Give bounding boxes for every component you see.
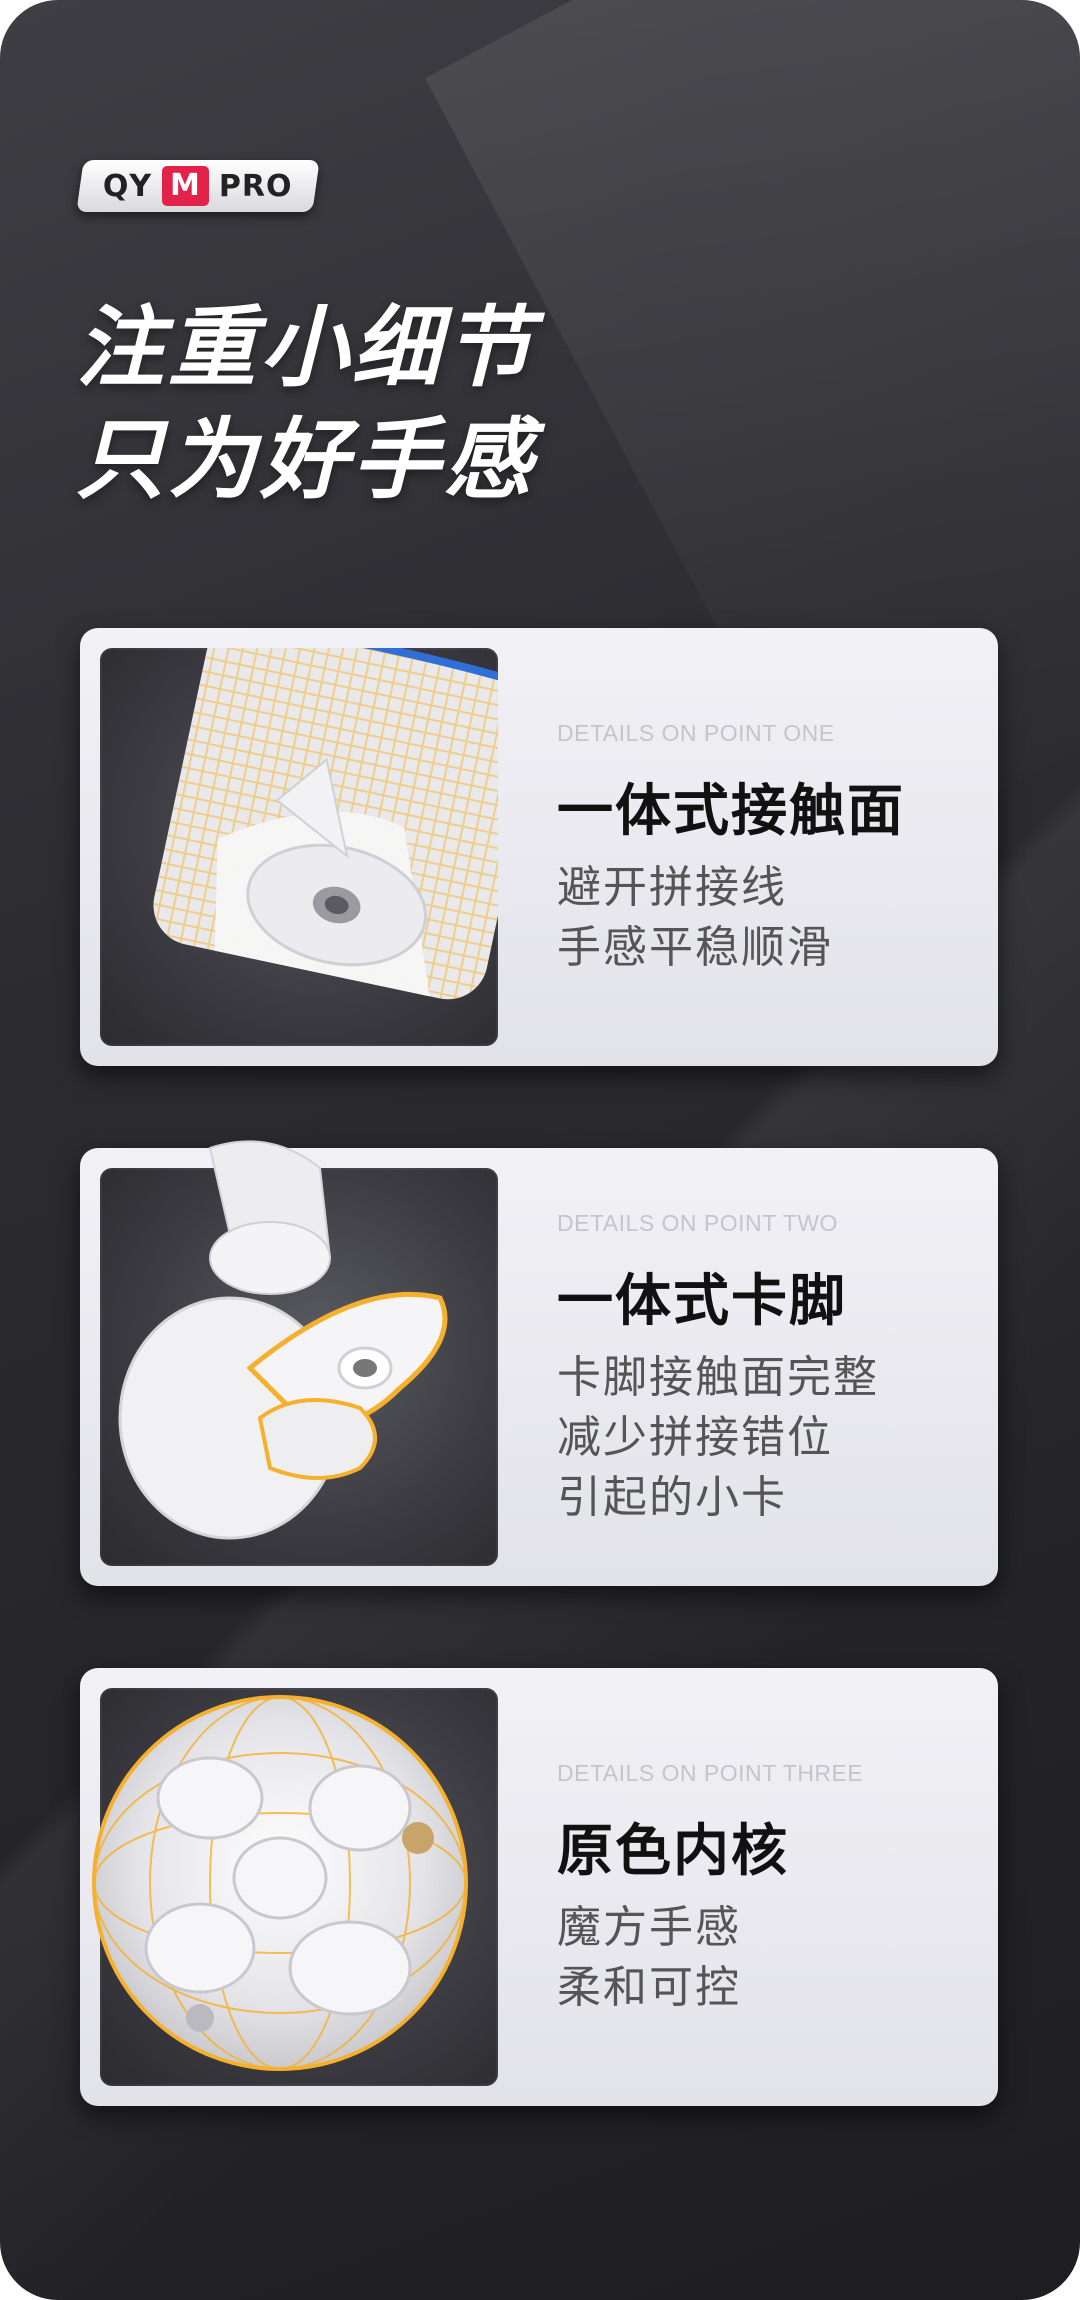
detail-subtitle: DETAILS ON POINT TWO <box>557 1210 838 1236</box>
detail-description: 魔方手感 柔和可控 <box>557 1898 741 2018</box>
detail-line: 卡脚接触面完整 <box>557 1352 879 1403</box>
headline-line-1: 注重小细节 <box>76 296 537 399</box>
detail-line: 避开拼接线 <box>557 862 787 913</box>
brand-badge: QY M PRO <box>76 160 320 212</box>
foot-piece-image <box>100 1140 498 1566</box>
detail-title: 一体式接触面 <box>557 779 905 844</box>
brand-m: M <box>162 166 210 206</box>
contact-surface-image <box>100 648 498 1046</box>
detail-line: 柔和可控 <box>557 1962 741 2013</box>
detail-line: 魔方手感 <box>557 1902 741 1953</box>
headline: 注重小细节 只为好手感 <box>76 292 536 516</box>
detail-description: 卡脚接触面完整 减少拼接错位 引起的小卡 <box>557 1348 879 1528</box>
detail-subtitle: DETAILS ON POINT THREE <box>557 1760 864 1786</box>
brand-pro: PRO <box>219 168 293 204</box>
brand-qy: QY <box>103 168 153 204</box>
headline-line-2: 只为好手感 <box>76 408 537 511</box>
detail-line: 引起的小卡 <box>557 1472 787 1523</box>
detail-title: 一体式卡脚 <box>557 1269 847 1334</box>
detail-line: 手感平稳顺滑 <box>557 922 833 973</box>
detail-line: 减少拼接错位 <box>557 1412 833 1463</box>
detail-page: QY M PRO 注重小细节 只为好手感 DETAILS ON POINT ON… <box>0 0 1080 2300</box>
detail-subtitle: DETAILS ON POINT ONE <box>557 720 835 746</box>
detail-card-one: DETAILS ON POINT ONE 一体式接触面 避开拼接线 手感平稳顺滑 <box>80 628 998 1066</box>
detail-card-three: DETAILS ON POINT THREE 原色内核 魔方手感 柔和可控 <box>80 1668 998 2106</box>
detail-title: 原色内核 <box>557 1819 789 1884</box>
core-image <box>92 1688 498 2086</box>
detail-description: 避开拼接线 手感平稳顺滑 <box>557 858 833 978</box>
detail-card-two: DETAILS ON POINT TWO 一体式卡脚 卡脚接触面完整 减少拼接错… <box>80 1140 998 1586</box>
